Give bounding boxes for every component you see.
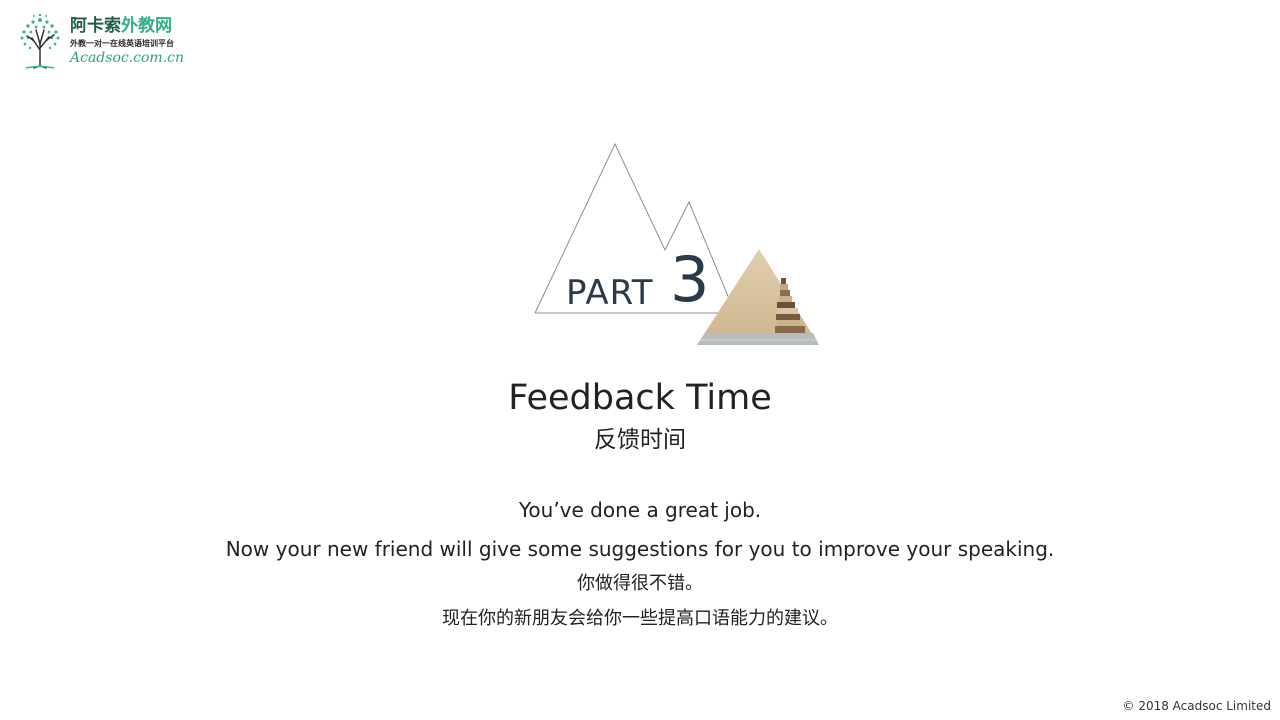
part-label: PART	[566, 273, 654, 313]
part-number: 3	[670, 243, 710, 316]
message-cn-line-1: 你做得很不错。	[577, 573, 703, 594]
message-en-line-1: You’ve done a great job.	[518, 498, 762, 522]
copyright-notice: © 2018 Acadsoc Limited	[1122, 699, 1272, 713]
message-cn-line-2: 现在你的新朋友会给你一些提高口语能力的建议。	[442, 608, 838, 629]
brand-logo: 阿卡索外教网 外教一对一在线英语培训平台 Acadsoc.com.cn	[14, 10, 194, 72]
logo-tagline: 外教一对一在线英语培训平台	[70, 39, 174, 48]
logo-title: 阿卡索外教网	[70, 16, 172, 36]
tree-logo-icon	[20, 13, 60, 69]
feedback-title-en: Feedback Time	[508, 378, 772, 418]
logo-name-part2: 外教网	[121, 16, 172, 36]
books-photo-triangle	[697, 249, 819, 345]
logo-url: Acadsoc.com.cn	[70, 50, 185, 66]
feedback-title-cn: 反馈时间	[594, 427, 686, 453]
logo-name-part1: 阿卡索	[70, 16, 121, 36]
message-en-line-2: Now your new friend will give some sugge…	[225, 537, 1055, 561]
